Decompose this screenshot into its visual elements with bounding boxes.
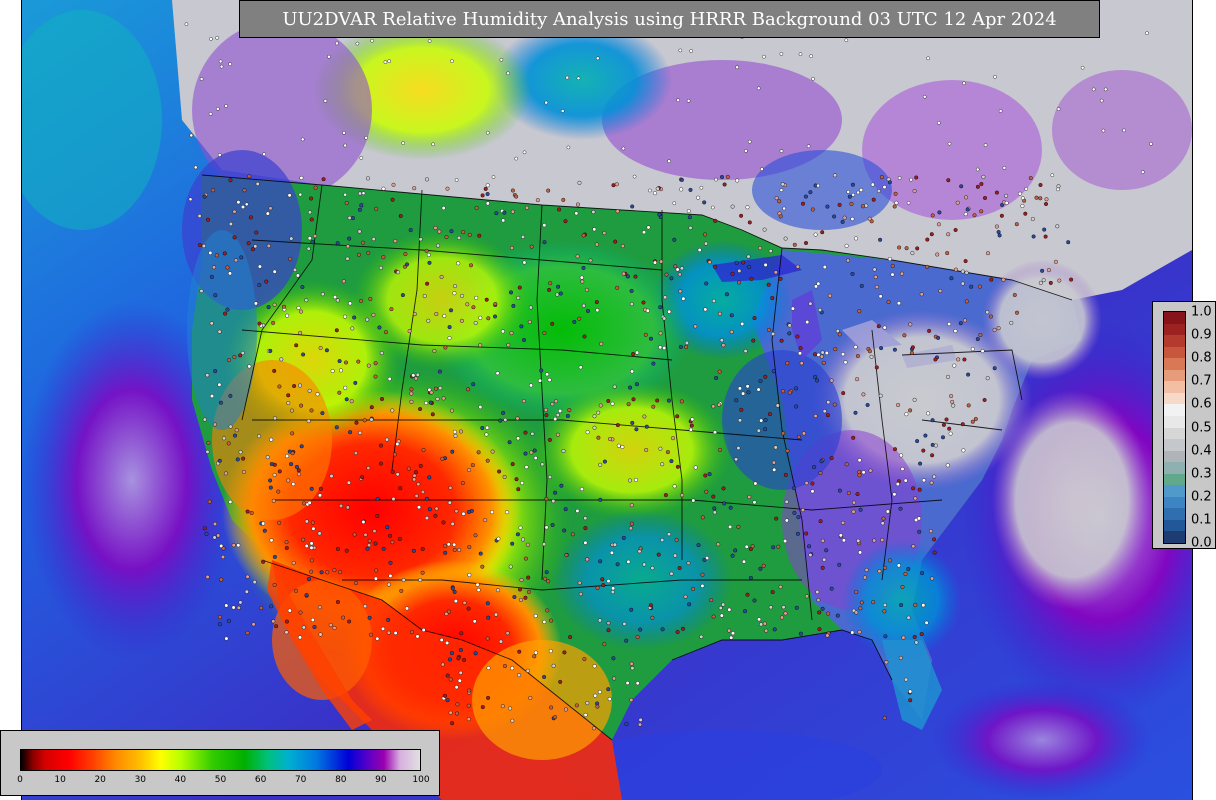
- humidity-tick-label: 60: [254, 775, 267, 785]
- fraction-color-cell: [1164, 473, 1185, 486]
- fraction-tick-label: 0.8: [1191, 350, 1212, 366]
- fraction-color-cell: [1164, 507, 1185, 520]
- fraction-tick-label: 0.1: [1191, 512, 1212, 528]
- map-title: UU2DVAR Relative Humidity Analysis using…: [239, 0, 1100, 38]
- fraction-tick-label: 0.9: [1191, 327, 1212, 343]
- humidity-colorbar: 0 10 20 30 40 50 60 70 80 90 100: [0, 730, 440, 796]
- fraction-tick-label: 0.7: [1191, 373, 1212, 389]
- fraction-colorbar: 1.0 0.9 0.8 0.7 0.6 0.5 0.4 0.3 0.2 0.1 0.0: [1152, 301, 1216, 551]
- fraction-color-cell: [1164, 461, 1185, 474]
- fraction-color-cell: [1164, 450, 1185, 463]
- fraction-tick-label: 1.0: [1191, 304, 1212, 320]
- fraction-color-cell: [1164, 357, 1185, 370]
- humidity-tick-label: 0: [17, 775, 23, 785]
- fraction-tick-label: 0.3: [1191, 466, 1212, 482]
- humidity-tick-label: 100: [412, 775, 430, 785]
- fraction-tick-label: 0.2: [1191, 489, 1212, 505]
- fraction-color-cell: [1164, 403, 1185, 416]
- humidity-tick-label: 70: [294, 775, 307, 785]
- humidity-tick-label: 90: [375, 775, 387, 785]
- humidity-tick-label: 10: [54, 775, 66, 785]
- humidity-colorbar-gradient: [20, 749, 421, 771]
- humidity-tick-label: 80: [335, 775, 347, 785]
- fraction-color-cell: [1164, 323, 1185, 336]
- fraction-color-cell: [1164, 392, 1185, 405]
- fraction-color-cell: [1164, 380, 1185, 393]
- humidity-tick-label: 20: [94, 775, 106, 785]
- fraction-colorbar-cells: [1163, 311, 1186, 544]
- fraction-color-cell: [1164, 346, 1185, 359]
- humidity-tick-label: 30: [134, 775, 147, 785]
- fraction-tick-label: 0.4: [1191, 443, 1212, 459]
- humidity-tick-label: 50: [214, 775, 227, 785]
- fraction-color-cell: [1164, 519, 1185, 532]
- fraction-tick-label: 0.0: [1191, 535, 1212, 551]
- fraction-color-cell: [1164, 311, 1185, 324]
- fraction-tick-label: 0.5: [1191, 420, 1212, 435]
- humidity-tick-label: 40: [174, 775, 187, 785]
- humidity-map: [21, 0, 1193, 800]
- fraction-color-cell: [1164, 496, 1185, 509]
- fraction-color-cell: [1164, 415, 1185, 428]
- fraction-color-cell: [1164, 369, 1185, 382]
- fraction-color-cell: [1164, 484, 1185, 497]
- fraction-color-cell: [1164, 427, 1185, 440]
- fraction-color-cell: [1164, 438, 1185, 451]
- fraction-tick-label: 0.6: [1191, 396, 1212, 412]
- fraction-color-cell: [1164, 334, 1185, 347]
- fraction-color-cell: [1164, 530, 1185, 543]
- map-canvas: [22, 0, 1192, 800]
